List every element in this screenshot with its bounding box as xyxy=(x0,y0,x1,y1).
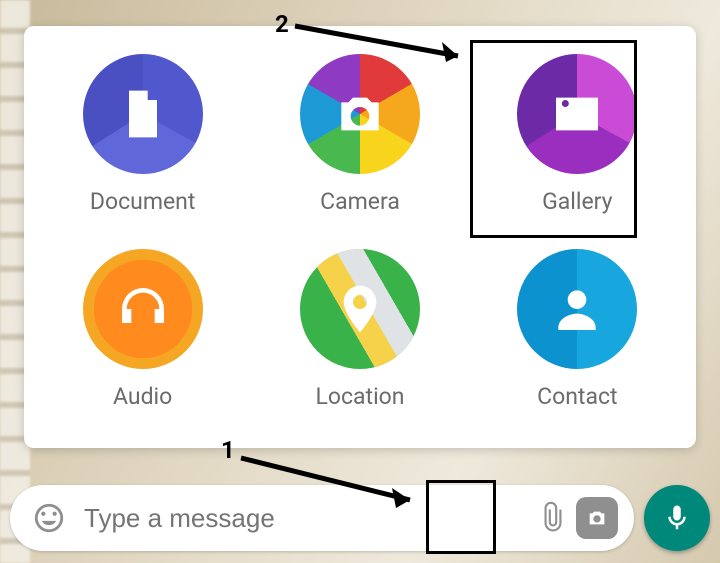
attach-document-label: Document xyxy=(90,188,196,215)
attach-location-label: Location xyxy=(315,383,404,410)
attach-document-button[interactable]: Document xyxy=(34,54,251,215)
paperclip-icon xyxy=(536,501,570,535)
message-input-row xyxy=(10,485,710,551)
emoji-button[interactable] xyxy=(26,495,72,541)
voice-record-button[interactable] xyxy=(644,485,710,551)
attach-gallery-button[interactable]: Gallery xyxy=(469,54,686,215)
headphones-icon xyxy=(83,249,203,369)
attach-location-button[interactable]: Location xyxy=(251,249,468,410)
gallery-icon xyxy=(517,54,637,174)
document-icon xyxy=(83,54,203,174)
message-input[interactable] xyxy=(72,503,530,534)
camera-button[interactable] xyxy=(576,497,618,539)
attach-audio-button[interactable]: Audio xyxy=(34,249,251,410)
person-icon xyxy=(517,249,637,369)
attach-button[interactable] xyxy=(530,495,576,541)
message-input-pill xyxy=(10,485,634,551)
attach-camera-button[interactable]: Camera xyxy=(251,54,468,215)
smile-icon xyxy=(32,501,66,535)
attach-contact-button[interactable]: Contact xyxy=(469,249,686,410)
microphone-icon xyxy=(662,503,692,533)
attach-camera-label: Camera xyxy=(320,188,400,215)
attach-gallery-label: Gallery xyxy=(542,188,612,215)
attach-audio-label: Audio xyxy=(113,383,172,410)
camera-icon xyxy=(300,54,420,174)
camera-small-icon xyxy=(586,507,608,529)
attachment-panel: Document Camera Gallery Audio Location C… xyxy=(24,26,696,448)
attach-contact-label: Contact xyxy=(537,383,617,410)
location-pin-icon xyxy=(300,249,420,369)
